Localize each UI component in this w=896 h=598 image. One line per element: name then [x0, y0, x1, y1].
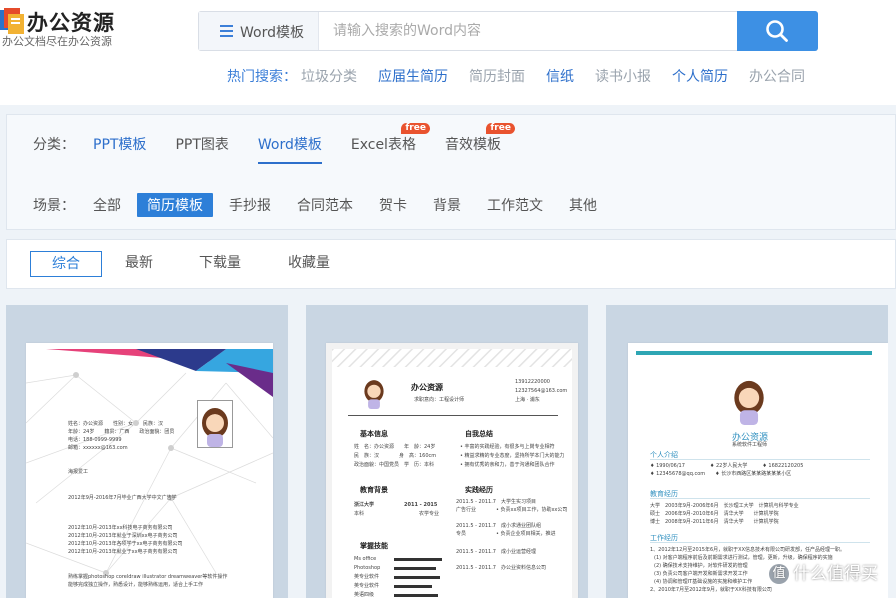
scene-card[interactable]: 贺卡: [379, 193, 407, 217]
section-experience: 实践经历: [465, 486, 493, 494]
resume-location: 上海 · 浦东: [515, 397, 540, 403]
sort-tab-comprehensive[interactable]: 综合: [30, 251, 102, 277]
template-thumbnail: 办公资源 求职意向：工程设计师 13912220000 12327564@163…: [326, 343, 578, 598]
category-sound-label: 音效模板: [444, 137, 501, 153]
template-thumbnail: 姓名：办公资源 性别：女 民族：汉 年龄：24岁 籍贯：广西 政治面貌：团员 电…: [26, 343, 273, 598]
hot-search-link[interactable]: 读书小报: [595, 66, 651, 86]
stripe-pattern: [332, 349, 572, 367]
hot-search-link[interactable]: 个人简历: [672, 66, 728, 86]
search-category-dropdown[interactable]: Word模板: [199, 12, 319, 50]
search-category-label: Word模板: [240, 25, 304, 41]
hot-search-link[interactable]: 办公合同: [749, 66, 805, 86]
scene-handwritten[interactable]: 手抄报: [229, 193, 271, 217]
resume-phone: 13912220000: [515, 379, 550, 385]
sort-bar: 综合 最新 下载量 收藏量: [6, 239, 896, 289]
scene-label: 场景：: [33, 198, 75, 214]
scene-work-doc[interactable]: 工作范文: [487, 193, 543, 217]
scene-all[interactable]: 全部: [93, 193, 121, 217]
scene-contract[interactable]: 合同范本: [297, 193, 353, 217]
resume-decoration: [26, 349, 273, 576]
avatar: [728, 373, 770, 425]
category-excel[interactable]: Excel表格 free: [350, 123, 430, 162]
hot-search-link[interactable]: 信纸: [546, 66, 574, 86]
avatar: [360, 375, 388, 409]
sort-tab-favorites[interactable]: 收藏量: [288, 251, 330, 277]
divider: [348, 415, 558, 416]
template-card[interactable]: 办公资源 求职意向：工程设计师 13912220000 12327564@163…: [306, 305, 588, 598]
category-ppt-chart[interactable]: PPT图表: [175, 134, 228, 162]
menu-icon: [220, 25, 233, 37]
logo[interactable]: 办公资源 办公文档尽在办公资源: [0, 4, 120, 48]
sort-tab-newest[interactable]: 最新: [125, 251, 153, 277]
logo-icon: [0, 8, 24, 34]
section-education: 教育背景: [360, 486, 388, 494]
resume-name: 办公资源: [411, 383, 443, 392]
section-skills: 掌握技能: [360, 542, 388, 550]
free-badge: free: [401, 123, 430, 134]
free-badge: free: [486, 123, 515, 134]
category-label: 分类：: [33, 137, 75, 153]
category-ppt-template[interactable]: PPT模板: [93, 134, 146, 162]
scene-resume[interactable]: 简历模板: [137, 193, 213, 217]
scene-other[interactable]: 其他: [569, 193, 597, 217]
header-stripe: [636, 351, 872, 355]
category-word-template[interactable]: Word模板: [257, 134, 322, 164]
scene-background[interactable]: 背景: [433, 193, 461, 217]
template-card[interactable]: 姓名：办公资源 性别：女 民族：汉 年龄：24岁 籍贯：广西 政治面貌：团员 电…: [6, 305, 288, 598]
sort-tab-downloads[interactable]: 下载量: [199, 251, 241, 277]
search-icon: [766, 20, 788, 42]
section-basic-info: 基本信息: [360, 430, 388, 438]
section-self-summary: 自我总结: [465, 430, 493, 438]
hot-search-link[interactable]: 简历封面: [469, 66, 525, 86]
hot-search-row: 热门搜索： 垃圾分类 应届生简历 简历封面 信纸 读书小报 个人简历 办公合同: [227, 66, 826, 88]
resume-title: 系统软件工程师: [732, 442, 768, 448]
hot-search-link[interactable]: 垃圾分类: [301, 66, 357, 86]
avatar: [197, 400, 233, 448]
hot-search-link[interactable]: 应届生简历: [378, 66, 448, 86]
search-box: Word模板: [198, 11, 818, 51]
category-row: 分类： PPT模板 PPT图表 Word模板 Excel表格 free 音效模板 free: [33, 123, 530, 164]
resume-email: 12327564@163.com: [515, 388, 568, 394]
logo-subtitle: 办公文档尽在办公资源: [2, 35, 112, 48]
template-card[interactable]: 办公资源 系统软件工程师 个人介绍 ♦ 1990/06/17 ♦ 22岁人民大学…: [606, 305, 888, 598]
site-header: 办公资源 办公文档尽在办公资源 Word模板 热门搜索：垃圾分类 应届生简历 简历封…: [0, 0, 896, 105]
resume-subtitle: 求职意向：工程设计师: [414, 397, 465, 403]
category-excel-label: Excel表格: [350, 137, 416, 153]
scene-row: 场景： 全部 简历模板 手抄报 合同范本 贺卡 背景 工作范文 其他: [33, 193, 623, 217]
watermark: 值什么值得买: [769, 559, 878, 584]
hot-search-label: 热门搜索：: [227, 69, 297, 85]
search-input[interactable]: [321, 12, 735, 50]
filter-panel: 分类： PPT模板 PPT图表 Word模板 Excel表格 free 音效模板 free 场…: [6, 114, 896, 230]
category-sound[interactable]: 音效模板 free: [444, 123, 515, 162]
search-button[interactable]: [737, 11, 818, 51]
